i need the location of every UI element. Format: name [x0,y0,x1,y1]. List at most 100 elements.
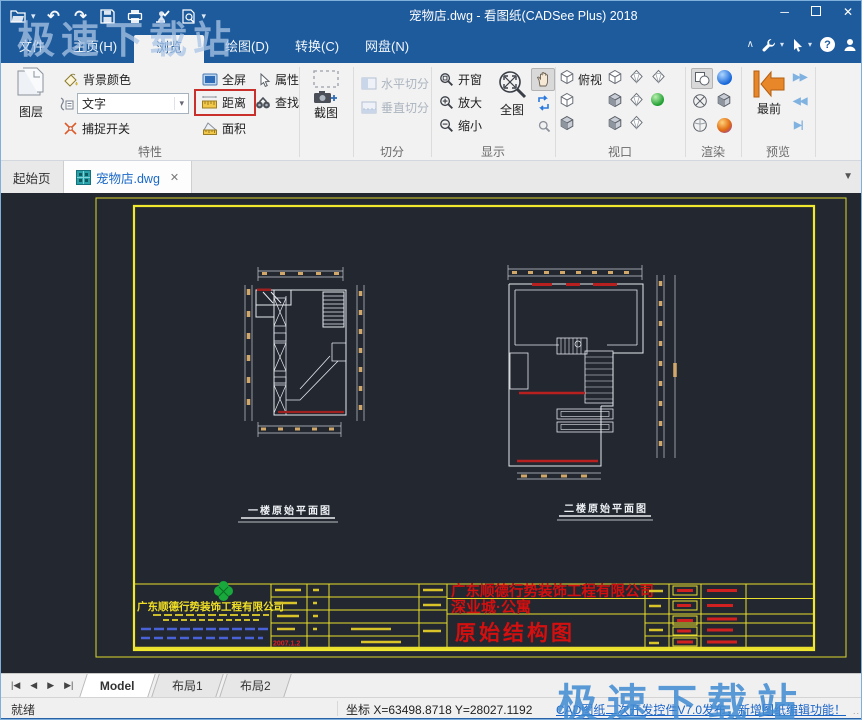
tab-convert[interactable]: 转换(C) [281,31,353,63]
layers-icon [14,67,48,103]
wrench-icon[interactable] [762,38,776,52]
status-promo-link[interactable]: CAD图纸二次开发控件V7.0发布，新增图纸编辑功能！ [556,701,846,718]
text-style-combo[interactable]: 文字 ▾ [59,93,189,114]
hidden-line-button[interactable] [692,117,708,133]
nav-next-icon[interactable]: ▶ [47,680,54,691]
wrench-dropdown-icon[interactable]: ▾ [780,40,784,49]
nav-last-icon[interactable]: ▶| [64,680,73,691]
tab-start-page[interactable]: 起始页 [1,161,63,193]
help-icon[interactable]: ? [820,37,835,52]
print-icon[interactable] [126,7,144,25]
redo-icon[interactable]: ↷ [72,7,90,25]
attributes-button[interactable]: 属性 [259,71,299,88]
attributes-label: 属性 [275,71,299,88]
snapshot-label: 截图 [314,104,338,121]
zoom-all-button[interactable]: 全图 [493,69,531,118]
combo-arrow-icon[interactable]: ▾ [174,97,184,110]
snap-toggle-button[interactable]: 捕捉开关 [63,120,130,137]
view-diamond-1-button[interactable] [629,69,644,84]
tab-model[interactable]: Model [80,674,156,697]
view-diamond-3-button[interactable] [629,115,644,130]
minimize-button[interactable]: ─ [780,3,789,21]
fullscreen-button[interactable]: 全屏 [202,71,246,88]
view-diamond-4-button[interactable] [651,69,666,84]
tab-layout1[interactable]: 布局1 [151,674,223,697]
split-horizontal-button[interactable]: 水平切分 [361,75,429,92]
area-button[interactable]: 面积 [202,120,246,137]
title-bar: ▾ ↶ ↷ ▾ 宠物店.dwg - 看图纸(CADSee Plus) 2018 … [1,1,862,31]
qat-more-icon[interactable]: ▾ [202,11,207,22]
rewind-icon[interactable]: ◀◀ [793,97,806,107]
snapshot-button[interactable]: 截图 [303,69,349,121]
user-icon[interactable] [843,38,857,52]
area-icon [202,121,218,136]
cursor-icon[interactable] [792,38,804,52]
tab-home[interactable]: 主页(H) [59,31,131,63]
tab-file[interactable]: 文件 [5,31,59,63]
tab-netdisk[interactable]: 网盘(N) [351,31,423,63]
bg-color-label: 背景颜色 [83,71,131,88]
view-cube-6-button[interactable] [607,115,623,131]
open-file-icon[interactable] [9,7,27,25]
view-cube-4-button[interactable] [607,69,623,85]
close-tab-icon[interactable]: ✕ [170,171,179,184]
orange-sphere-icon [717,118,732,133]
render-cube-button[interactable] [716,92,732,108]
wireframe-2d-button[interactable] [691,68,713,89]
top-view-label[interactable]: 俯视 [578,71,602,88]
bg-color-button[interactable]: 背景颜色 [63,71,131,88]
save-icon[interactable] [99,7,117,25]
collapse-ribbon-icon[interactable]: ∧ [747,39,754,50]
distance-button[interactable]: 距离 [201,94,246,111]
view-cube-2-button[interactable] [559,92,575,108]
regen-button[interactable] [534,94,552,112]
split-vertical-button[interactable]: 垂直切分 [361,99,429,116]
tab-document[interactable]: 宠物店.dwg ✕ [63,161,192,193]
layout-nav-buttons: |◀ ◀ ▶ ▶| [1,674,83,697]
quick-access-toolbar: ▾ ↶ ↷ ▾ [9,4,206,28]
nav-first-icon[interactable]: |◀ [11,680,20,691]
tab-list-dropdown-icon[interactable]: ▼ [843,171,853,182]
walk-view-button[interactable] [651,93,664,106]
view-cube-5-button[interactable] [607,92,623,108]
tab-view[interactable]: 浏览(V) [134,35,204,63]
view-cube-1-button[interactable] [559,69,575,85]
drawing-canvas[interactable]: 一楼原始平面图 [1,193,862,673]
blue-sphere-icon [717,70,732,85]
view-diamond-2-button[interactable] [629,92,644,107]
zoom-out-button[interactable]: 缩小 [439,117,482,134]
render-sphere-blue-button[interactable] [717,70,732,85]
maximize-button[interactable] [811,6,821,16]
step-forward-icon[interactable]: ▶| [794,121,803,131]
zoom-in-button[interactable]: 放大 [439,94,482,111]
zoom-in-label: 放大 [458,94,482,111]
floor-plan-1-label: 一楼原始平面图 [238,504,338,522]
front-button[interactable]: 最前 [749,68,789,117]
layers-label: 图层 [19,103,43,120]
hidden-line-icon [692,117,708,133]
nav-prev-icon[interactable]: ◀ [30,680,37,691]
cursor-dropdown-icon[interactable]: ▾ [808,40,812,49]
close-button[interactable]: ✕ [843,3,853,21]
front-arrow-icon [751,68,787,100]
preview-icon[interactable] [180,7,198,25]
title-block: 广东顺德行势装饰工程有限公司 2007.1.2 广东顺德行势装饰工程有 [134,581,814,648]
find-button[interactable]: 查找 [255,94,299,111]
split-horizontal-icon [361,77,377,90]
render-sphere-orange-button[interactable] [717,118,732,133]
tab-draw[interactable]: 绘图(D) [211,31,283,63]
view-cube-3-button[interactable] [559,115,575,131]
resize-grip[interactable]: .. [853,706,860,716]
zoom-prev-button[interactable] [536,118,552,134]
open-dropdown-icon[interactable]: ▾ [31,11,36,22]
pan-button[interactable] [531,68,555,91]
layers-button[interactable]: 图层 [7,67,55,120]
fast-forward-icon[interactable]: ▶▶ [793,73,806,83]
regen-arrows-icon [536,95,551,111]
status-coordinates: 坐标 X=63498.8718 Y=28027.1192 [346,701,532,718]
wireframe-3d-button[interactable] [692,93,708,109]
undo-icon[interactable]: ↶ [45,7,63,25]
stamp-check-icon[interactable] [153,7,171,25]
tab-layout2[interactable]: 布局2 [219,674,291,697]
zoom-window-button[interactable]: 开窗 [439,71,482,88]
